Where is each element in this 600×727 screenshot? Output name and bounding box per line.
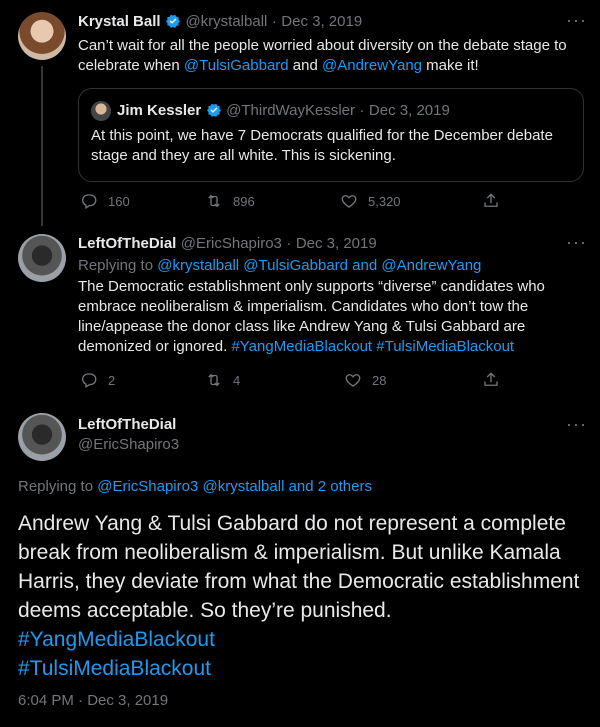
tweet-timestamp[interactable]: 6:04 PM · Dec 3, 2019 — [18, 692, 168, 709]
reply-button[interactable]: 2 — [80, 371, 115, 389]
hashtag-link[interactable]: #YangMediaBlackout — [18, 628, 215, 651]
quote-text: At this point, we have 7 Democrats quali… — [91, 127, 553, 164]
avatar[interactable] — [18, 234, 66, 282]
verified-badge-icon — [165, 13, 181, 29]
display-name: Jim Kessler — [117, 102, 202, 119]
reply-icon — [82, 194, 97, 209]
tweet-text: Can’t wait for all the people worried ab… — [78, 36, 583, 76]
reply-count: 160 — [108, 193, 130, 209]
avatar — [91, 101, 111, 121]
separator: · — [286, 235, 292, 252]
tweet-date[interactable]: Dec 3, 2019 — [296, 235, 377, 252]
like-button[interactable]: 5,320 — [340, 192, 401, 210]
avatar[interactable] — [18, 12, 66, 60]
handle: @ThirdWayKessler — [226, 102, 356, 119]
avatar[interactable] — [18, 413, 66, 461]
quoted-tweet[interactable]: Jim Kessler @ThirdWayKessler · Dec 3, 20… — [78, 88, 584, 182]
tweet-date[interactable]: Dec 3, 2019 — [281, 13, 362, 30]
tweet-header: LeftOfTheDial @EricShapiro3 · Dec 3, 201… — [78, 235, 377, 253]
replying-label: Replying to — [18, 478, 98, 495]
quote-header: Jim Kessler @ThirdWayKessler · Dec 3, 20… — [117, 102, 450, 120]
tweet-text-part: make it! — [422, 57, 479, 74]
tweet-header: Krystal Ball @krystalball · Dec 3, 2019 — [78, 13, 362, 31]
retweet-icon — [208, 373, 220, 387]
separator: · — [359, 102, 365, 119]
retweet-count: 4 — [233, 372, 241, 388]
handle[interactable]: @EricShapiro3 — [78, 436, 179, 453]
hashtag-links[interactable]: #YangMediaBlackout #TulsiMediaBlackout — [231, 338, 514, 355]
handle[interactable]: @EricShapiro3 — [181, 235, 282, 252]
retweet-count: 896 — [233, 193, 255, 209]
verified-badge-icon — [206, 102, 222, 118]
replying-label: Replying to — [78, 257, 158, 274]
replying-to: Replying to @EricShapiro3 @krystalball a… — [18, 478, 372, 495]
tweet-text: Andrew Yang & Tulsi Gabbard do not repre… — [18, 509, 588, 683]
like-button[interactable]: 28 — [344, 371, 386, 389]
more-options-icon[interactable]: ··· — [566, 232, 587, 253]
tweet-text-part: Andrew Yang & Tulsi Gabbard do not repre… — [18, 512, 580, 622]
mention-link[interactable]: @AndrewYang — [322, 57, 422, 74]
share-icon — [484, 372, 498, 386]
tweet-text-part: and — [288, 57, 322, 74]
display-name[interactable]: Krystal Ball — [78, 13, 161, 30]
handle[interactable]: @krystalball — [185, 13, 267, 30]
like-count: 28 — [372, 372, 387, 388]
share-button[interactable] — [482, 371, 500, 389]
tweet-date: Dec 3, 2019 — [368, 102, 450, 119]
display-name[interactable]: LeftOfTheDial — [78, 235, 176, 252]
thread-line — [41, 66, 43, 226]
tweet-text: The Democratic establishment only suppor… — [78, 277, 578, 357]
mention-link[interactable]: @TulsiGabbard — [184, 57, 289, 74]
hashtag-link[interactable]: #TulsiMediaBlackout — [18, 657, 211, 680]
more-options-icon[interactable]: ··· — [566, 10, 587, 31]
share-icon — [484, 193, 498, 207]
like-count: 5,320 — [368, 193, 401, 209]
heart-icon — [345, 374, 361, 387]
more-options-icon[interactable]: ··· — [566, 414, 587, 435]
retweet-icon — [208, 194, 220, 208]
reply-count: 2 — [108, 372, 116, 388]
display-name[interactable]: LeftOfTheDial — [78, 416, 176, 433]
retweet-button[interactable]: 4 — [205, 371, 240, 389]
separator: · — [271, 13, 277, 30]
retweet-button[interactable]: 896 — [205, 192, 255, 210]
heart-icon — [341, 195, 357, 208]
reply-button[interactable]: 160 — [80, 192, 130, 210]
replying-to-links[interactable]: @EricShapiro3 @krystalball and 2 others — [97, 478, 372, 495]
share-button[interactable] — [482, 192, 500, 210]
replying-to-links[interactable]: @krystalball @TulsiGabbard and @AndrewYa… — [157, 257, 481, 274]
reply-icon — [82, 373, 97, 388]
replying-to: Replying to @krystalball @TulsiGabbard a… — [78, 257, 481, 274]
